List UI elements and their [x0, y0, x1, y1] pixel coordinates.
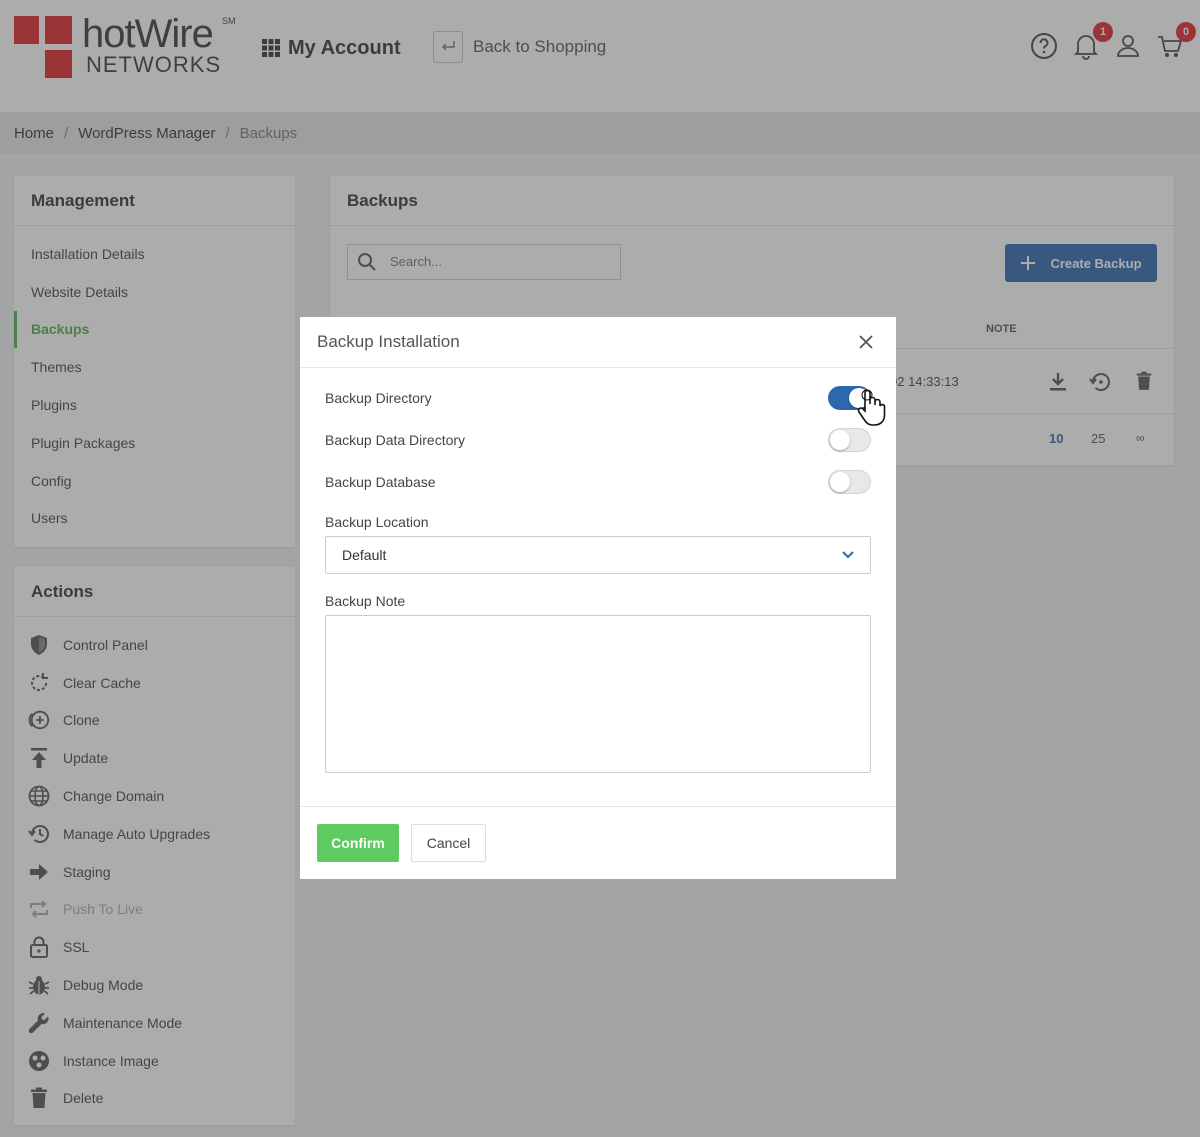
backup-data-directory-label: Backup Data Directory [325, 432, 466, 448]
backup-location-select[interactable]: Default [325, 536, 871, 574]
backup-database-toggle[interactable] [828, 470, 871, 494]
chevron-down-icon [842, 551, 854, 559]
backup-installation-modal: Backup Installation Backup Directory Bac… [300, 317, 896, 879]
backup-note-textarea[interactable] [325, 615, 871, 773]
confirm-button[interactable]: Confirm [317, 824, 399, 862]
hand-pointer-cursor-icon [857, 389, 886, 426]
modal-title: Backup Installation [317, 332, 460, 351]
backup-location-label: Backup Location [325, 514, 429, 530]
backup-data-directory-toggle[interactable] [828, 428, 871, 452]
cancel-button[interactable]: Cancel [411, 824, 486, 862]
backup-database-label: Backup Database [325, 474, 436, 490]
backup-directory-label: Backup Directory [325, 390, 432, 406]
close-icon[interactable] [855, 331, 877, 353]
backup-note-label: Backup Note [325, 593, 406, 609]
backup-location-value: Default [342, 547, 387, 563]
